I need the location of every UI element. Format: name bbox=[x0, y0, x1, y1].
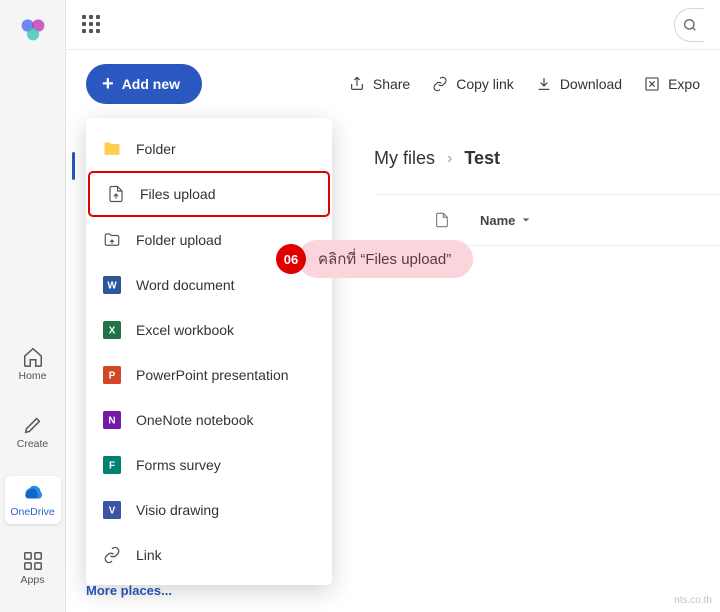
menu-label: OneNote notebook bbox=[136, 412, 254, 428]
header bbox=[66, 0, 720, 50]
toolbar-actions: Share Copy link Download Expo bbox=[349, 76, 700, 92]
pencil-icon bbox=[22, 414, 44, 436]
rail-item-create[interactable]: Create bbox=[5, 408, 61, 456]
home-icon bbox=[22, 346, 44, 368]
copy-link-label: Copy link bbox=[456, 76, 514, 92]
sidebar-active-indicator bbox=[72, 152, 75, 180]
menu-label: Folder upload bbox=[136, 232, 222, 248]
forms-icon: F bbox=[102, 455, 122, 475]
export-label: Expo bbox=[668, 76, 700, 92]
rail-items: Home Create OneDrive Apps bbox=[0, 340, 65, 612]
breadcrumb-root[interactable]: My files bbox=[374, 148, 435, 169]
callout-text-bubble: คลิกที่ “Files upload” bbox=[298, 240, 473, 278]
svg-text:W: W bbox=[107, 280, 117, 291]
rail-top bbox=[18, 0, 48, 44]
menu-label: PowerPoint presentation bbox=[136, 367, 289, 383]
plus-icon: + bbox=[102, 74, 114, 94]
breadcrumb-current: Test bbox=[464, 148, 500, 169]
file-type-icon bbox=[434, 210, 450, 230]
svg-text:X: X bbox=[109, 325, 116, 336]
menu-label: Link bbox=[136, 547, 162, 563]
link-item-icon bbox=[102, 545, 122, 565]
onenote-icon: N bbox=[102, 410, 122, 430]
export-button[interactable]: Expo bbox=[644, 76, 700, 92]
apps-icon bbox=[22, 550, 44, 572]
menu-item-files-upload[interactable]: Files upload bbox=[88, 171, 330, 217]
footer-watermark: nts.co.th bbox=[674, 595, 712, 606]
rail-label: Apps bbox=[21, 574, 45, 586]
chevron-right-icon: › bbox=[447, 150, 452, 168]
menu-item-excel[interactable]: X Excel workbook bbox=[86, 307, 332, 352]
share-icon bbox=[349, 76, 365, 92]
breadcrumb: My files › Test bbox=[374, 148, 720, 169]
column-name[interactable]: Name bbox=[480, 213, 531, 228]
callout-number: 06 bbox=[284, 252, 298, 267]
rail-item-home[interactable]: Home bbox=[5, 340, 61, 388]
chevron-down-icon bbox=[521, 215, 531, 225]
excel-icon bbox=[644, 76, 660, 92]
menu-item-link[interactable]: Link bbox=[86, 532, 332, 577]
callout-text: คลิกที่ “Files upload” bbox=[318, 247, 451, 271]
more-places-link[interactable]: More places... bbox=[86, 583, 172, 598]
app-launcher-icon[interactable] bbox=[82, 15, 102, 35]
menu-label: Visio drawing bbox=[136, 502, 219, 518]
folder-upload-icon bbox=[102, 230, 122, 250]
menu-item-powerpoint[interactable]: P PowerPoint presentation bbox=[86, 352, 332, 397]
rail-label: Create bbox=[17, 438, 49, 450]
search-icon bbox=[682, 17, 698, 33]
menu-label: Folder bbox=[136, 141, 176, 157]
visio-icon: V bbox=[102, 500, 122, 520]
rail-label: Home bbox=[18, 370, 46, 382]
svg-text:F: F bbox=[109, 460, 115, 471]
svg-text:V: V bbox=[109, 505, 116, 516]
share-label: Share bbox=[373, 76, 410, 92]
excel-doc-icon: X bbox=[102, 320, 122, 340]
menu-item-onenote[interactable]: N OneNote notebook bbox=[86, 397, 332, 442]
link-icon bbox=[432, 76, 448, 92]
content-area: My files › Test bbox=[374, 148, 720, 169]
search-input[interactable] bbox=[674, 8, 704, 42]
add-new-label: Add new bbox=[122, 76, 180, 92]
svg-text:P: P bbox=[109, 370, 116, 381]
rail-item-onedrive[interactable]: OneDrive bbox=[5, 476, 61, 524]
toolbar: + Add new Share Copy link Download Expo bbox=[66, 50, 720, 118]
download-label: Download bbox=[560, 76, 622, 92]
onedrive-icon bbox=[22, 482, 44, 504]
rail-label: OneDrive bbox=[10, 506, 54, 518]
share-button[interactable]: Share bbox=[349, 76, 410, 92]
rail-item-apps[interactable]: Apps bbox=[5, 544, 61, 592]
file-table-header: Name bbox=[374, 194, 720, 246]
add-new-button[interactable]: + Add new bbox=[86, 64, 202, 104]
app-rail: Home Create OneDrive Apps bbox=[0, 0, 66, 612]
word-icon: W bbox=[102, 275, 122, 295]
menu-item-visio[interactable]: V Visio drawing bbox=[86, 487, 332, 532]
menu-label: Excel workbook bbox=[136, 322, 234, 338]
download-icon bbox=[536, 76, 552, 92]
folder-icon bbox=[102, 139, 122, 159]
add-new-menu: Folder Files upload Folder upload W Word… bbox=[86, 118, 332, 585]
menu-item-folder[interactable]: Folder bbox=[86, 126, 332, 171]
svg-text:N: N bbox=[108, 415, 115, 426]
microsoft-365-logo[interactable] bbox=[18, 14, 48, 44]
menu-label: Files upload bbox=[140, 186, 216, 202]
file-upload-icon bbox=[106, 184, 126, 204]
column-name-label: Name bbox=[480, 213, 515, 228]
m365-icon bbox=[19, 15, 47, 43]
menu-label: Forms survey bbox=[136, 457, 221, 473]
menu-item-forms[interactable]: F Forms survey bbox=[86, 442, 332, 487]
callout-step-badge: 06 bbox=[276, 244, 306, 274]
download-button[interactable]: Download bbox=[536, 76, 622, 92]
powerpoint-icon: P bbox=[102, 365, 122, 385]
menu-label: Word document bbox=[136, 277, 235, 293]
copy-link-button[interactable]: Copy link bbox=[432, 76, 514, 92]
